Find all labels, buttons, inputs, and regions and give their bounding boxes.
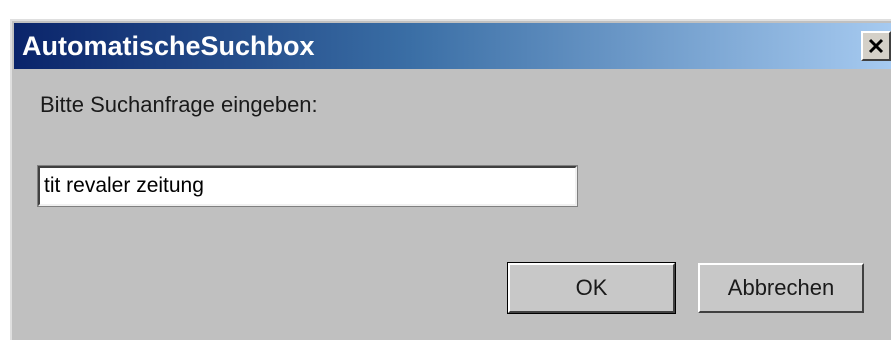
dialog-title: AutomatischeSuchbox: [22, 31, 315, 61]
dialog-window: AutomatischeSuchbox Bitte Suchanfrage ei…: [10, 19, 891, 340]
prompt-label: Bitte Suchanfrage eingeben:: [40, 92, 318, 117]
cancel-button[interactable]: Abbrechen: [698, 263, 864, 313]
close-icon: [868, 38, 884, 54]
ok-button[interactable]: OK: [507, 262, 676, 314]
title-bar[interactable]: AutomatischeSuchbox: [14, 23, 891, 69]
close-button[interactable]: [861, 31, 891, 61]
search-query-input[interactable]: [37, 165, 578, 207]
